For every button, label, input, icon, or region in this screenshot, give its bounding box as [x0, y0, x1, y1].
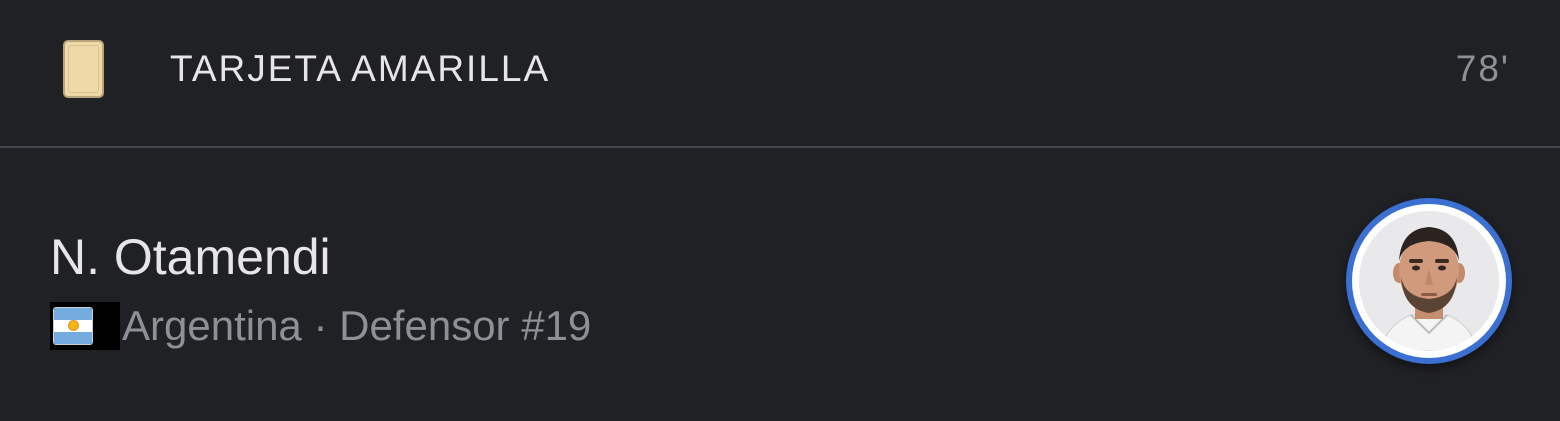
- yellow-card-icon: [63, 40, 104, 98]
- player-team-position: Argentina · Defensor #19: [122, 302, 592, 349]
- player-name[interactable]: N. Otamendi: [50, 228, 331, 286]
- event-minute: 78': [1455, 48, 1510, 89]
- player-avatar[interactable]: [1346, 198, 1512, 364]
- event-type-label: TARJETA AMARILLA: [170, 48, 551, 89]
- player-meta: Argentina · Defensor #19: [50, 302, 591, 350]
- divider: [0, 146, 1560, 148]
- player-photo: [1359, 211, 1499, 351]
- player-portrait-icon: [1359, 211, 1499, 351]
- event-header: TARJETA AMARILLA 78': [0, 0, 1560, 147]
- flag-container: [50, 302, 120, 350]
- argentina-flag-icon: [53, 307, 93, 345]
- avatar-ring: [1352, 204, 1506, 358]
- match-event-card[interactable]: TARJETA AMARILLA 78' N. Otamendi Argenti…: [0, 0, 1560, 421]
